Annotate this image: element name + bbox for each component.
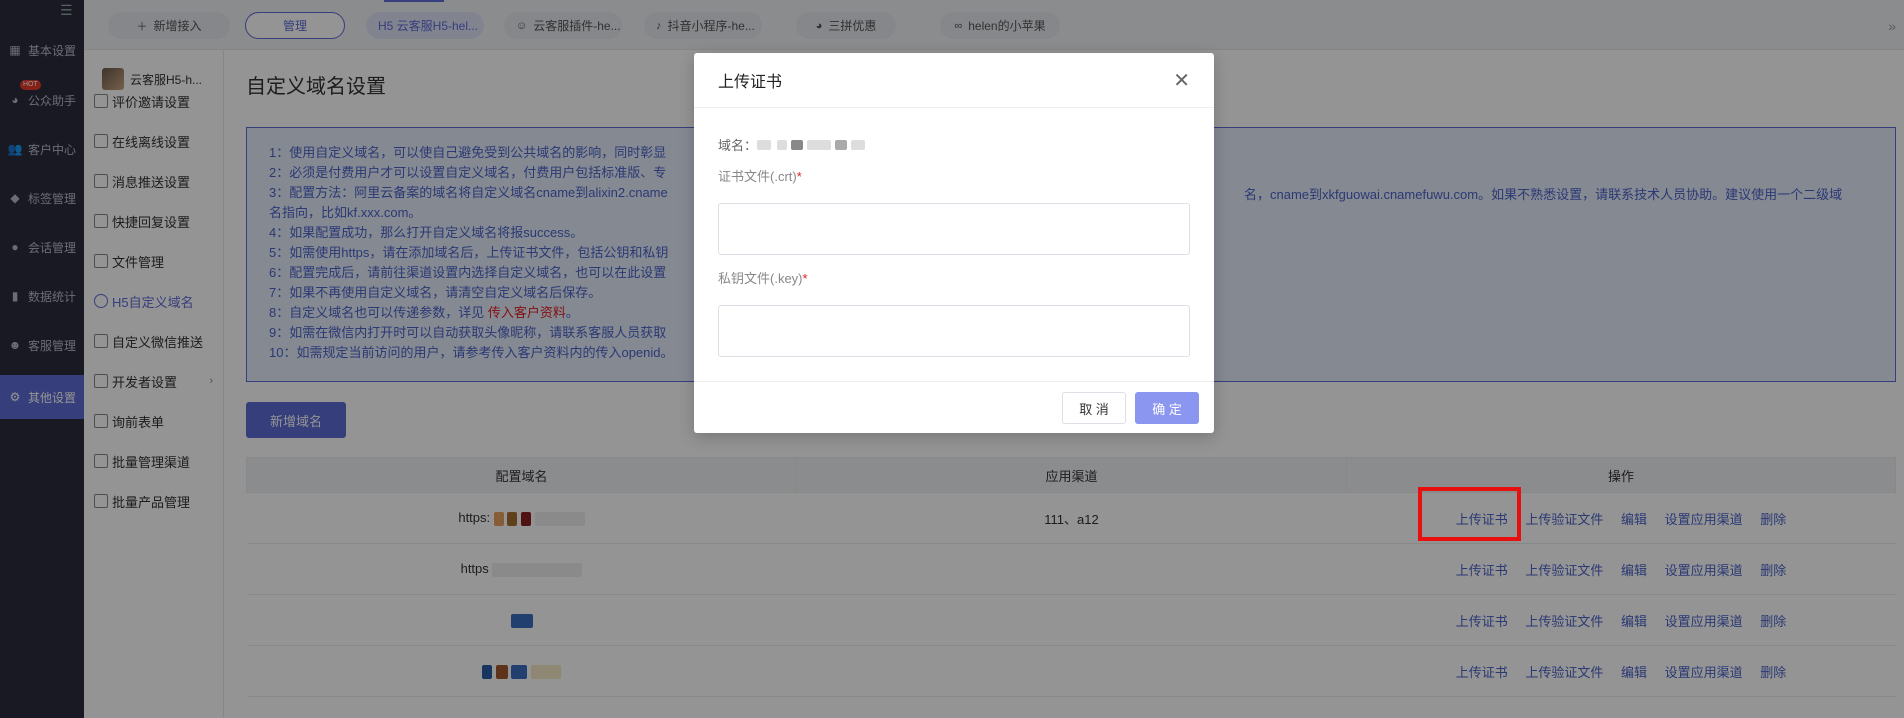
close-icon[interactable]: ✕ (1173, 68, 1190, 93)
redacted-block (777, 139, 788, 150)
key-file-label: 私钥文件(.key)* (718, 271, 808, 286)
redacted-block (835, 139, 848, 150)
confirm-button[interactable]: 确 定 (1135, 392, 1199, 424)
dialog-title: 上传证书 (718, 74, 783, 91)
redacted-block (851, 139, 866, 150)
redacted-block (807, 139, 832, 150)
cert-file-input[interactable] (718, 203, 1190, 255)
redacted-block (791, 139, 804, 150)
cancel-button[interactable]: 取 消 (1062, 392, 1126, 424)
cert-file-label: 证书文件(.crt)* (718, 169, 802, 184)
domain-line: 域名： (718, 135, 866, 154)
upload-cert-dialog: 上传证书 ✕ 域名： 证书文件(.crt)* 私钥文件(.key)* 取 消 确… (694, 53, 1214, 433)
highlight-annotation (1418, 487, 1521, 541)
dialog-footer: 取 消 确 定 (694, 381, 1214, 433)
redacted-block (757, 139, 772, 150)
dialog-header: 上传证书 ✕ (694, 53, 1214, 108)
key-file-input[interactable] (718, 305, 1190, 357)
